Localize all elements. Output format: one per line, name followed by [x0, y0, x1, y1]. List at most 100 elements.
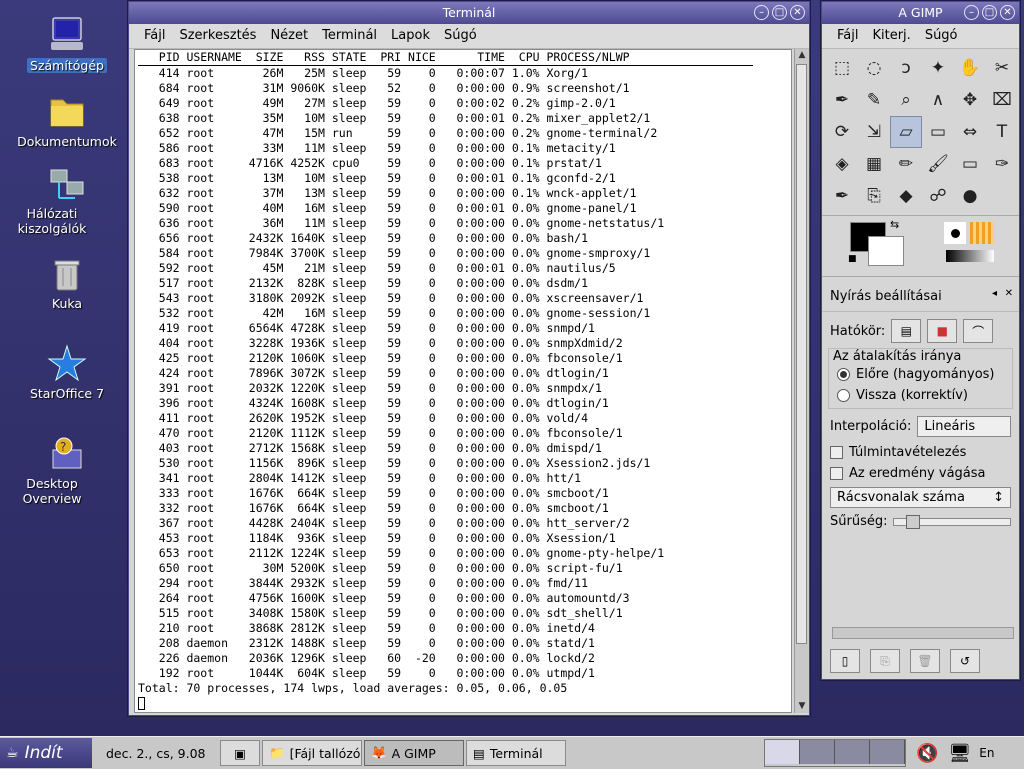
terminal-titlebar[interactable]: Terminál – □ ✕	[129, 2, 809, 24]
minimize-icon[interactable]: –	[754, 5, 769, 20]
scope-layer-icon[interactable]: ▤	[891, 319, 922, 343]
volume-muted-icon[interactable]: 🔇	[916, 743, 938, 764]
desktop-icon-staroffice[interactable]: StarOffice 7	[12, 344, 122, 401]
rotate-icon[interactable]: ⟳	[826, 116, 858, 148]
lasso-icon[interactable]: ↄ	[890, 52, 922, 84]
ink-icon[interactable]: ✒	[826, 180, 858, 212]
shear-icon[interactable]: ▱	[890, 116, 922, 148]
menu-edit[interactable]: Szerkesztés	[172, 24, 263, 48]
menu-help[interactable]: Súgó	[918, 24, 965, 48]
pattern-preview[interactable]	[970, 222, 994, 244]
radio-forward[interactable]: Előre (hagyományos)	[829, 364, 1012, 385]
color-select-icon[interactable]: ✋	[954, 52, 986, 84]
task-file-browser[interactable]: 📁[Fájl tallózó: /	[262, 740, 362, 766]
smudge-icon[interactable]: ☍	[922, 180, 954, 212]
panel-close-icon[interactable]: ✕	[1005, 288, 1013, 299]
workspace-pager[interactable]	[764, 739, 906, 767]
paths-icon[interactable]: ✒	[826, 84, 858, 116]
maximize-icon[interactable]: □	[982, 5, 997, 20]
gimp-titlebar[interactable]: A GIMP – □ ✕	[822, 2, 1019, 24]
text-icon[interactable]: T	[986, 116, 1018, 148]
save-options-icon[interactable]: ▯	[830, 649, 860, 673]
workspace-1[interactable]	[765, 740, 800, 764]
terminal-window[interactable]: Terminál – □ ✕ Fájl Szerkesztés Nézet Te…	[128, 1, 810, 716]
scissors-icon[interactable]: ✂	[986, 52, 1018, 84]
brush-preview[interactable]	[944, 222, 966, 244]
color-picker-icon[interactable]: ✎	[858, 84, 890, 116]
airbrush-icon[interactable]: ✑	[986, 148, 1018, 180]
workspace-2[interactable]	[800, 740, 835, 764]
maximize-icon[interactable]: □	[772, 5, 787, 20]
radio-forward-indicator[interactable]	[837, 368, 850, 381]
clock[interactable]: dec. 2., cs, 9.08	[106, 746, 218, 761]
terminal-output[interactable]: PID USERNAME SIZE RSS STATE PRI NICE TIM…	[134, 49, 792, 713]
zoom-icon[interactable]: ⌕	[890, 84, 922, 116]
clip-row[interactable]: Az eredmény vágása	[822, 463, 1019, 484]
panel-menu-icon[interactable]: ◂	[992, 288, 997, 299]
grid-select[interactable]: Rácsvonalak száma ↕	[830, 487, 1011, 508]
perspective-icon[interactable]: ▭	[922, 116, 954, 148]
crop-icon[interactable]: ⌧	[986, 84, 1018, 116]
background-color-swatch[interactable]	[868, 236, 904, 266]
rect-select-icon[interactable]: ⬚	[826, 52, 858, 84]
language-indicator[interactable]: En	[979, 746, 994, 760]
close-icon[interactable]: ✕	[1000, 5, 1015, 20]
close-icon[interactable]: ✕	[790, 5, 805, 20]
network-status-icon[interactable]: 🖥	[948, 743, 971, 764]
blend-icon[interactable]: ▦	[858, 148, 890, 180]
scope-selection-icon[interactable]: ■	[927, 319, 958, 343]
clone-icon[interactable]: ⎘	[858, 180, 890, 212]
move-icon[interactable]: ✥	[954, 84, 986, 116]
workspace-3[interactable]	[835, 740, 870, 764]
show-desktop-button[interactable]: ▣	[220, 740, 260, 766]
menu-terminal[interactable]: Terminál	[315, 24, 384, 48]
gradient-preview[interactable]	[946, 250, 994, 262]
density-slider[interactable]	[893, 514, 1011, 529]
gimp-toolbox-window[interactable]: A GIMP – □ ✕ Fájl Kiterj. Súgó ⬚ ◌ ↄ ✦ ✋ ✂ ✒ ✎ ⌕…	[821, 1, 1020, 680]
menu-view[interactable]: Nézet	[263, 24, 315, 48]
bucket-fill-icon[interactable]: ◈	[826, 148, 858, 180]
minimize-icon[interactable]: –	[964, 5, 979, 20]
interpolation-select[interactable]: Lineáris	[917, 416, 1011, 437]
desktop-icon-trash[interactable]: Kuka	[12, 258, 122, 311]
dodge-burn-icon[interactable]: ●	[954, 180, 986, 212]
swap-colors-icon[interactable]: ⇆	[890, 218, 899, 231]
measure-icon[interactable]: ∧	[922, 84, 954, 116]
menu-help[interactable]: Súgó	[437, 24, 484, 48]
desktop-icon-computer[interactable]: Számítógép	[12, 14, 122, 73]
terminal-scrollbar[interactable]: ▲ ▼	[794, 49, 809, 713]
clip-checkbox[interactable]	[830, 467, 843, 480]
desktop-icon-network[interactable]: Hálózati kiszolgálók	[12, 166, 122, 236]
desktop-icon-overview[interactable]: ? Desktop Overview	[12, 436, 122, 506]
blur-icon[interactable]: ◆	[890, 180, 922, 212]
menu-tabs[interactable]: Lapok	[384, 24, 437, 48]
supersample-checkbox[interactable]	[830, 446, 843, 459]
scale-icon[interactable]: ⇲	[858, 116, 890, 148]
menu-file[interactable]: Fájl	[830, 24, 865, 48]
desktop-icon-documents[interactable]: Dokumentumok	[12, 92, 122, 149]
options-hscrollbar[interactable]	[832, 627, 1014, 639]
pencil-icon[interactable]: ✏	[890, 148, 922, 180]
scroll-thumb[interactable]	[796, 64, 807, 644]
reset-options-icon[interactable]: ↺	[950, 649, 980, 673]
scroll-up-icon[interactable]: ▲	[795, 49, 809, 62]
fuzzy-select-icon[interactable]: ✦	[922, 52, 954, 84]
ellipse-select-icon[interactable]: ◌	[858, 52, 890, 84]
restore-options-icon[interactable]: ⎘	[870, 649, 900, 673]
task-terminal[interactable]: ▤ Terminál	[466, 740, 566, 766]
task-gimp[interactable]: 🦊 A GIMP	[364, 740, 464, 766]
supersample-row[interactable]: Túlmintavételezés	[822, 442, 1019, 463]
scope-path-icon[interactable]: ⌒	[963, 319, 994, 343]
radio-backward[interactable]: Vissza (korrektív)	[829, 385, 1012, 406]
workspace-4[interactable]	[870, 740, 905, 764]
scroll-down-icon[interactable]: ▼	[795, 700, 809, 713]
paintbrush-icon[interactable]: 🖌	[922, 148, 954, 180]
delete-options-icon[interactable]: 🗑	[910, 649, 940, 673]
radio-backward-indicator[interactable]	[837, 389, 850, 402]
start-button[interactable]: ☕ Indít	[0, 738, 92, 768]
menu-file[interactable]: Fájl	[137, 24, 172, 48]
default-colors-icon[interactable]: ■	[848, 254, 857, 264]
slider-handle[interactable]	[906, 514, 921, 529]
menu-xtns[interactable]: Kiterj.	[865, 24, 917, 48]
eraser-icon[interactable]: ▭	[954, 148, 986, 180]
